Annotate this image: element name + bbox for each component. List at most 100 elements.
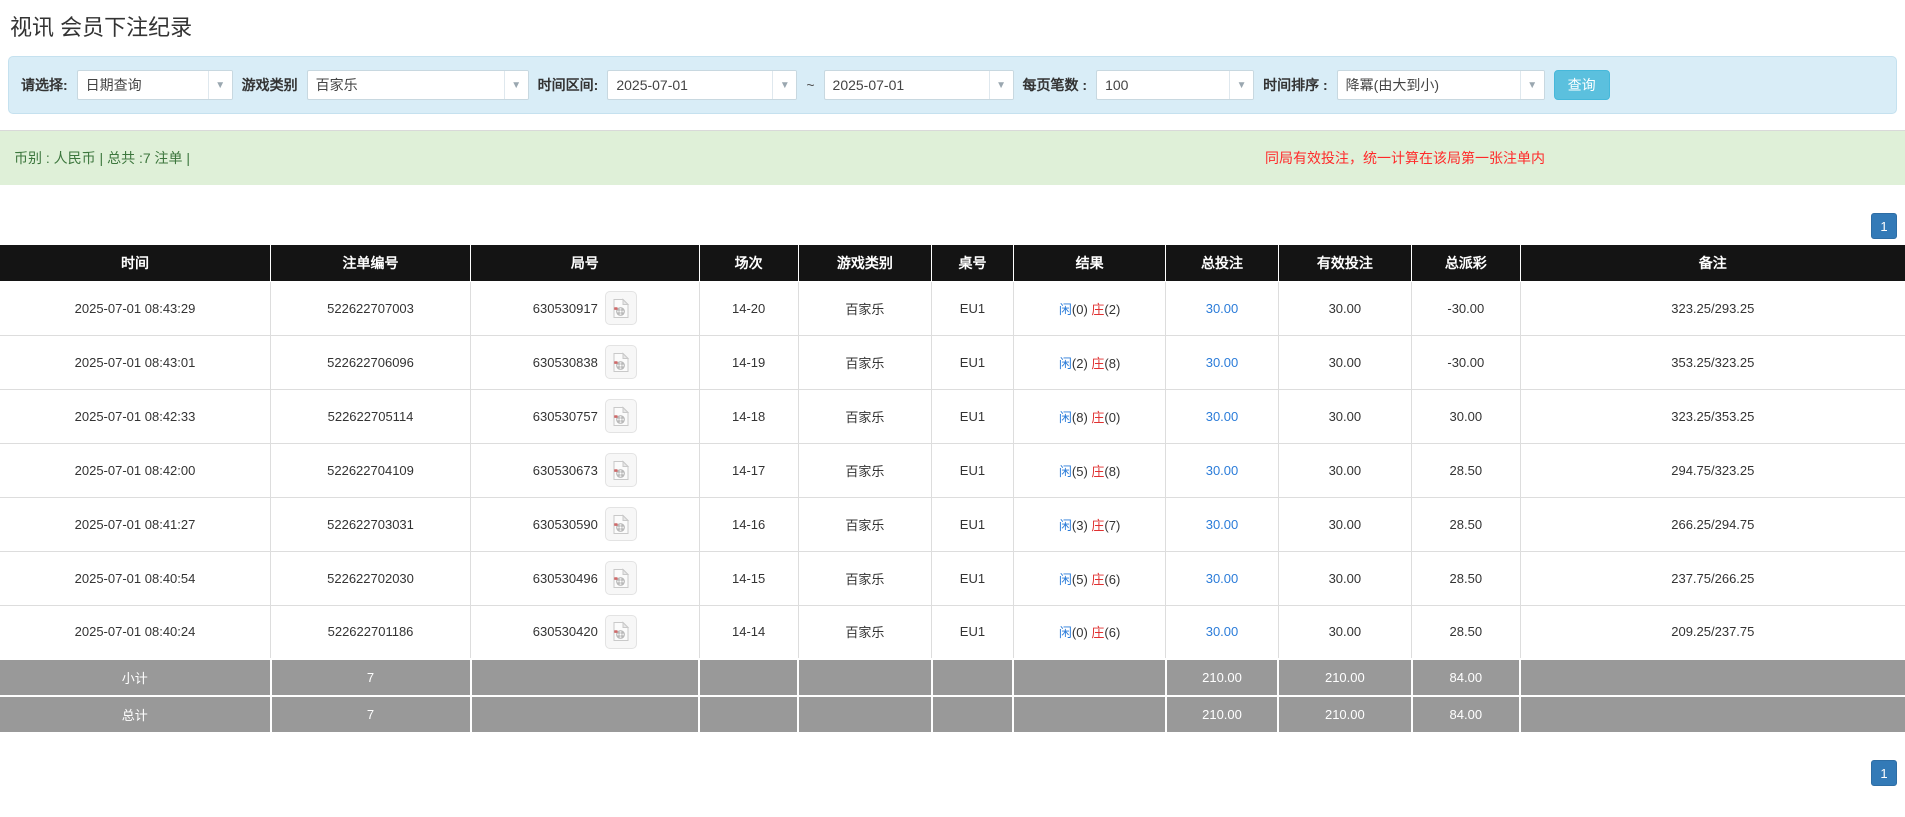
date-to-value[interactable]: 2025-07-01 [825, 71, 989, 99]
col-payout: 总派彩 [1412, 245, 1521, 281]
cell-bet-id: 522622701186 [271, 605, 471, 659]
cell-time: 2025-07-01 08:43:01 [0, 335, 271, 389]
date-from-value[interactable]: 2025-07-01 [608, 71, 772, 99]
query-type-value[interactable]: 日期查询 [78, 71, 208, 99]
subtotal-count: 7 [271, 659, 471, 696]
cell-time: 2025-07-01 08:42:00 [0, 443, 271, 497]
video-replay-button[interactable] [605, 345, 637, 379]
table-row: 2025-07-01 08:42:00 522622704109 6305306… [0, 443, 1905, 497]
result-player-score: (3) [1072, 518, 1088, 533]
page-size-select[interactable]: 100 ▼ [1096, 70, 1254, 100]
video-file-icon [611, 621, 630, 642]
cell-total-bet: 30.00 [1166, 551, 1278, 605]
cell-time: 2025-07-01 08:41:27 [0, 497, 271, 551]
table-summary: 小计 7 210.00 210.00 84.00 总计 7 210.00 210… [0, 659, 1905, 733]
cell-payout: 28.50 [1412, 443, 1521, 497]
cell-valid-bet: 30.00 [1278, 497, 1411, 551]
cell-time: 2025-07-01 08:42:33 [0, 389, 271, 443]
pagination-bottom: 1 [8, 760, 1897, 786]
page-1-button[interactable]: 1 [1871, 213, 1897, 239]
chevron-down-icon[interactable]: ▼ [772, 71, 796, 99]
video-file-icon [611, 352, 630, 373]
cell-game-type: 百家乐 [798, 551, 931, 605]
round-number: 630530420 [533, 624, 598, 639]
round-number: 630530917 [533, 301, 598, 316]
time-sort-select[interactable]: 降冪(由大到小) ▼ [1337, 70, 1545, 100]
cell-remark: 266.25/294.75 [1520, 497, 1905, 551]
game-type-select[interactable]: 百家乐 ▼ [307, 70, 529, 100]
result-player-score: (5) [1072, 464, 1088, 479]
col-remark: 备注 [1520, 245, 1905, 281]
result-player-label: 闲 [1059, 625, 1072, 640]
page-1-button[interactable]: 1 [1871, 760, 1897, 786]
table-body: 2025-07-01 08:43:29 522622707003 6305309… [0, 281, 1905, 659]
chevron-down-icon[interactable]: ▼ [989, 71, 1013, 99]
game-type-value[interactable]: 百家乐 [308, 71, 504, 99]
cell-remark: 237.75/266.25 [1520, 551, 1905, 605]
total-bet-link[interactable]: 30.00 [1206, 355, 1239, 370]
cell-bet-id: 522622704109 [271, 443, 471, 497]
video-replay-button[interactable] [605, 291, 637, 325]
cell-total-bet: 30.00 [1166, 281, 1278, 335]
cell-round: 630530673 [471, 443, 700, 497]
total-valid-bet: 210.00 [1278, 696, 1411, 733]
cell-payout: -30.00 [1412, 281, 1521, 335]
search-button[interactable]: 查询 [1554, 70, 1610, 100]
cell-valid-bet: 30.00 [1278, 605, 1411, 659]
cell-bet-id: 522622702030 [271, 551, 471, 605]
query-type-select[interactable]: 日期查询 ▼ [77, 70, 233, 100]
video-file-icon [611, 568, 630, 589]
total-bet-link[interactable]: 30.00 [1206, 517, 1239, 532]
chevron-down-icon[interactable]: ▼ [1229, 71, 1253, 99]
cell-time: 2025-07-01 08:40:54 [0, 551, 271, 605]
cell-game-type: 百家乐 [798, 389, 931, 443]
cell-session: 14-20 [699, 281, 798, 335]
result-banker-label: 庄 [1091, 464, 1104, 479]
table-row: 2025-07-01 08:42:33 522622705114 6305307… [0, 389, 1905, 443]
col-game-type: 游戏类别 [798, 245, 931, 281]
cell-payout: 30.00 [1412, 389, 1521, 443]
total-bet-link[interactable]: 30.00 [1206, 571, 1239, 586]
col-valid-bet: 有效投注 [1278, 245, 1411, 281]
total-bet-link[interactable]: 30.00 [1206, 301, 1239, 316]
result-banker-label: 庄 [1091, 410, 1104, 425]
page-size-value[interactable]: 100 [1097, 71, 1229, 99]
video-file-icon [611, 298, 630, 319]
chevron-down-icon[interactable]: ▼ [1520, 71, 1544, 99]
grand-total-row: 总计 7 210.00 210.00 84.00 [0, 696, 1905, 733]
date-from-picker[interactable]: 2025-07-01 ▼ [607, 70, 797, 100]
video-replay-button[interactable] [605, 507, 637, 541]
time-sort-label: 时间排序 : [1263, 75, 1328, 95]
cell-total-bet: 30.00 [1166, 389, 1278, 443]
result-player-label: 闲 [1059, 302, 1072, 317]
cell-session: 14-15 [699, 551, 798, 605]
total-bet-link[interactable]: 30.00 [1206, 463, 1239, 478]
cell-game-type: 百家乐 [798, 443, 931, 497]
result-player-label: 闲 [1059, 356, 1072, 371]
cell-total-bet: 30.00 [1166, 335, 1278, 389]
video-replay-button[interactable] [605, 561, 637, 595]
date-to-picker[interactable]: 2025-07-01 ▼ [824, 70, 1014, 100]
col-table-no: 桌号 [932, 245, 1014, 281]
video-file-icon [611, 406, 630, 427]
cell-session: 14-18 [699, 389, 798, 443]
cell-session: 14-14 [699, 605, 798, 659]
chevron-down-icon[interactable]: ▼ [504, 71, 528, 99]
chevron-down-icon[interactable]: ▼ [208, 71, 232, 99]
cell-bet-id: 522622705114 [271, 389, 471, 443]
result-banker-score: (2) [1104, 302, 1120, 317]
video-replay-button[interactable] [605, 399, 637, 433]
result-banker-score: (6) [1104, 625, 1120, 640]
video-replay-button[interactable] [605, 615, 637, 649]
cell-table-no: EU1 [932, 281, 1014, 335]
time-sort-value[interactable]: 降冪(由大到小) [1338, 71, 1520, 99]
bet-records-table: 时间 注单编号 局号 场次 游戏类别 桌号 结果 总投注 有效投注 总派彩 备注… [0, 245, 1905, 734]
cell-round: 630530917 [471, 281, 700, 335]
video-replay-button[interactable] [605, 453, 637, 487]
result-banker-score: (6) [1104, 572, 1120, 587]
table-row: 2025-07-01 08:43:29 522622707003 6305309… [0, 281, 1905, 335]
cell-remark: 294.75/323.25 [1520, 443, 1905, 497]
cell-valid-bet: 30.00 [1278, 335, 1411, 389]
total-bet-link[interactable]: 30.00 [1206, 624, 1239, 639]
total-bet-link[interactable]: 30.00 [1206, 409, 1239, 424]
